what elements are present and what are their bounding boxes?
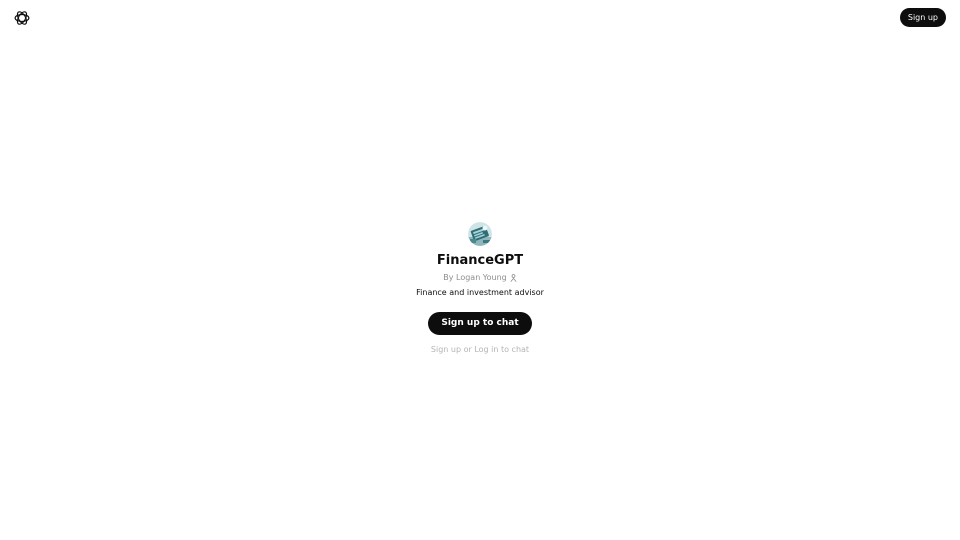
finance-avatar-icon [468,222,492,246]
signup-to-chat-button[interactable]: Sign up to chat [428,312,532,335]
person-icon [510,274,517,282]
signup-button[interactable]: Sign up [899,8,946,27]
page: Sign up FinanceGPT By Logan Young Financ… [0,0,960,540]
gpt-title: FinanceGPT [436,253,524,268]
openai-logo-icon[interactable] [13,9,31,27]
top-bar: Sign up [0,0,960,36]
author-name[interactable]: By Logan Young [443,272,507,284]
author-line: By Logan Young [443,272,517,284]
login-hint: Sign up or Log in to chat [430,345,530,354]
gpt-description: Finance and investment advisor [416,288,544,297]
gpt-intro: FinanceGPT By Logan Young Finance and in… [0,222,960,356]
